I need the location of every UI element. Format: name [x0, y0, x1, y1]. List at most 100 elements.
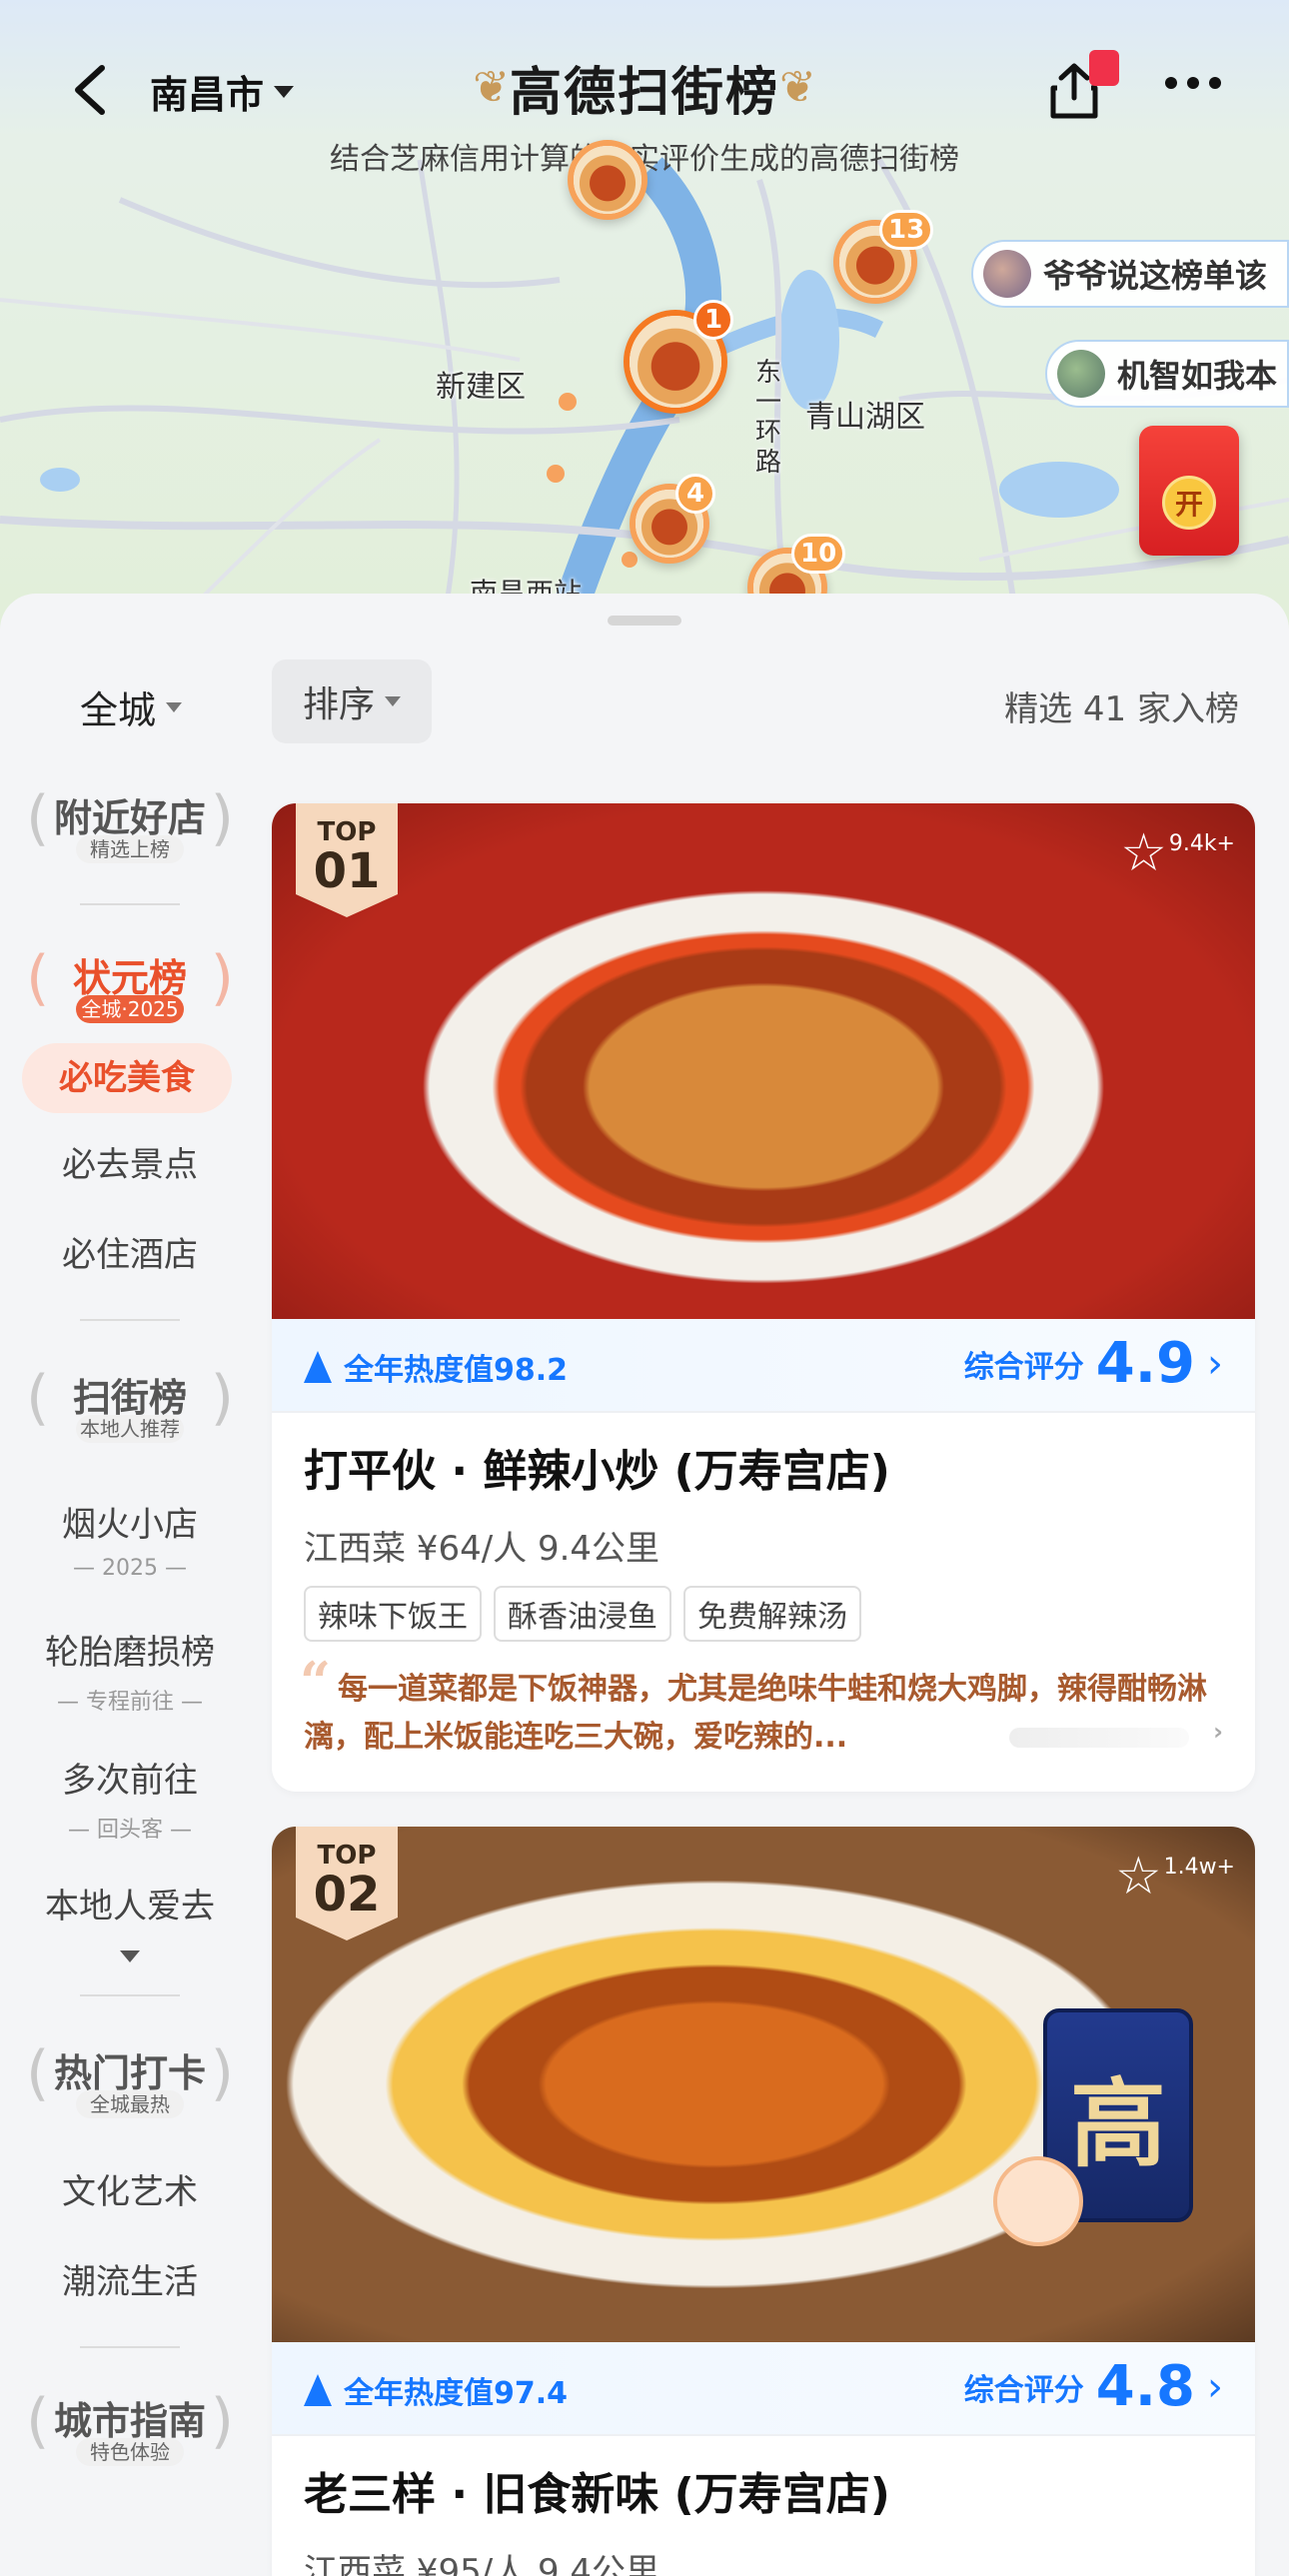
sort-filter-label: 排序 [302, 684, 375, 725]
overall-score[interactable]: 综合评分 4.9 › [964, 1331, 1223, 1396]
sort-filter[interactable]: 排序 [272, 659, 432, 743]
sidebar-item-sub: — 回头客 — [68, 1818, 192, 1843]
result-count: 精选 41 家入榜 [1004, 689, 1239, 729]
sidebar-badge-street[interactable]: ( ) 扫街榜 本地人推荐 [26, 1353, 234, 1463]
heat-value: 全年热度值98.2 [304, 1345, 568, 1389]
map-pin[interactable] [568, 140, 647, 220]
sidebar-badge-top[interactable]: ( ) 状元榜 全城·2025 [26, 933, 234, 1043]
heat-text: 全年热度值98.2 [344, 1353, 569, 1388]
restaurant-meta: 江西菜 ¥95/人 9.4公里 [304, 2552, 660, 2576]
navigation-arrow-icon [304, 1351, 332, 1383]
overall-score[interactable]: 综合评分 4.8 › [964, 2354, 1223, 2419]
divider [80, 903, 180, 905]
restaurant-card[interactable]: TOP 01 ☆ 9.4k+ 全年热度值98.2 综合评分 4.9 › 打平伙 … [272, 803, 1255, 1792]
rank-badge: TOP 02 [296, 1827, 398, 1940]
restaurant-meta: 江西菜 ¥64/人 9.4公里 [304, 1529, 660, 1569]
badge-subtitle: 特色体验 [76, 2438, 184, 2466]
avatar [983, 250, 1031, 298]
divider [80, 1319, 180, 1321]
city-selector[interactable]: 南昌市 [150, 64, 295, 119]
sidebar-badge-guide[interactable]: ( ) 城市指南 特色体验 [26, 2376, 234, 2486]
divider [80, 2346, 180, 2348]
sidebar-item-must-visit[interactable]: 必去景点 [0, 1137, 260, 1186]
star-icon: ☆ [1120, 823, 1167, 883]
rank-badge: TOP 01 [296, 803, 398, 917]
navigation-arrow-icon [304, 2374, 332, 2406]
map-comment-bubble[interactable]: 爷爷说这榜单该 [971, 240, 1289, 308]
favorite-button[interactable]: ☆ 9.4k+ [1120, 827, 1235, 879]
sidebar-item-street[interactable]: 烟火小店 — 2025 — [0, 1497, 260, 1581]
sidebar-item-must-eat[interactable]: 必吃美食 [22, 1043, 232, 1113]
badge-subtitle: 本地人推荐 [76, 1415, 184, 1443]
restaurant-card[interactable]: TOP 02 ☆ 1.4w+ 高 全年热度值97.4 综合评分 4.8 › 老三… [272, 1827, 1255, 2576]
heat-score-row[interactable]: 全年热度值98.2 综合评分 4.9 › [272, 1319, 1255, 1413]
page-title: 高德扫街榜 [509, 61, 779, 123]
score-value: 4.9 [1095, 1331, 1195, 1396]
badge-subtitle: 全城最热 [76, 2090, 184, 2118]
tag: 免费解辣汤 [683, 1586, 861, 1642]
pin-rank-badge: 10 [791, 534, 846, 574]
card-body: 老三样 · 旧食新味 (万寿宫店) 江西菜 ¥95/人 9.4公里 [272, 2436, 1255, 2576]
expand-more-icon[interactable] [120, 1950, 140, 1962]
restaurant-name[interactable]: 打平伙 · 鲜辣小炒 (万寿宫店) [304, 1435, 1223, 1499]
review-snippet[interactable]: “ 每一道菜都是下饭神器，尤其是绝味牛蛙和烧大鸡脚，辣得酣畅淋漓，配上米饭能连吃… [300, 1655, 1223, 1762]
tag: 酥香油浸鱼 [494, 1586, 671, 1642]
caret-down-icon [274, 85, 295, 98]
sidebar-item-hot[interactable]: 文化艺术 [0, 2164, 260, 2213]
back-icon[interactable] [62, 60, 122, 120]
sidebar-badge-nearby[interactable]: ( ) 附近好店 精选上榜 [26, 773, 234, 883]
card-body: 打平伙 · 鲜辣小炒 (万寿宫店) 江西菜 ¥64/人 9.4公里 辣味下饭王 … [272, 1413, 1255, 1792]
map-comment-bubble[interactable]: 机智如我本 [1045, 340, 1289, 408]
caret-down-icon [166, 701, 183, 712]
restaurant-name[interactable]: 老三样 · 旧食新味 (万寿宫店) [304, 2458, 1223, 2522]
top-bar: 南昌市 ❦ 高德扫街榜 ❦ [0, 40, 1289, 140]
sidebar-item-hot[interactable]: 潮流生活 [0, 2254, 260, 2303]
restaurant-photo[interactable]: TOP 01 ☆ 9.4k+ [272, 803, 1255, 1319]
chevron-right-icon: › [1207, 2363, 1223, 2410]
district-label: 青山湖区 [805, 400, 925, 435]
tag-list: 辣味下饭王 酥香油浸鱼 免费解辣汤 [304, 1586, 1223, 1642]
tag: 辣味下饭王 [304, 1586, 482, 1642]
map-view[interactable]: 南昌市 ❦ 高德扫街榜 ❦ 结合芝麻信用计算的真实评价生成的高德扫街榜 新建区 … [0, 0, 1289, 640]
sidebar-item-street[interactable]: 本地人爱去 [0, 1879, 260, 1928]
restaurant-photo[interactable]: TOP 02 ☆ 1.4w+ 高 [272, 1827, 1255, 2342]
red-packet-label: 开 [1162, 476, 1216, 530]
red-packet-button[interactable]: 开 [1139, 426, 1239, 556]
badge-subtitle: 精选上榜 [76, 835, 184, 863]
sidebar-item-sub: — 2025 — [73, 1556, 187, 1581]
heat-text: 全年热度值97.4 [344, 2376, 569, 2411]
star-icon: ☆ [1114, 1847, 1162, 1907]
pin-rank-badge: 1 [693, 300, 733, 340]
comment-text: 机智如我本 [1117, 357, 1278, 395]
badge-subtitle: 全城·2025 [76, 995, 184, 1023]
caret-down-icon [385, 696, 401, 706]
sidebar-item-must-stay[interactable]: 必住酒店 [0, 1227, 260, 1276]
laurel-right-icon: ❦ [779, 61, 816, 113]
drag-handle[interactable] [608, 616, 681, 626]
quote-icon: “ [300, 1650, 332, 1714]
divider [80, 1994, 180, 1996]
sidebar-item-label: 本地人爱去 [45, 1887, 215, 1927]
score-label: 综合评分 [963, 2372, 1084, 2408]
sidebar-item-street[interactable]: 轮胎磨损榜 — 专程前往 — [0, 1625, 260, 1716]
sidebar-item-street[interactable]: 多次前往 — 回头客 — [0, 1753, 260, 1844]
sidebar-item-sub: — 专程前往 — [57, 1690, 203, 1715]
sidebar-badge-hot[interactable]: ( ) 热门打卡 全城最热 [26, 2028, 234, 2138]
badge-title: 扫街榜 [72, 1376, 187, 1420]
rank-number: 01 [313, 843, 381, 899]
rank-number: 02 [313, 1867, 381, 1923]
score-value: 4.8 [1095, 2354, 1195, 2419]
pin-rank-badge: 13 [879, 210, 934, 250]
favorite-count: 1.4w+ [1163, 1855, 1235, 1880]
favorite-button[interactable]: ☆ 1.4w+ [1115, 1851, 1235, 1903]
pin-rank-badge: 4 [675, 474, 715, 514]
heat-score-row[interactable]: 全年热度值97.4 综合评分 4.8 › [272, 2342, 1255, 2436]
area-filter-label: 全城 [80, 688, 157, 732]
area-filter[interactable]: 全城 [80, 679, 183, 734]
brand-title: ❦ 高德扫街榜 ❦ [455, 52, 834, 123]
badge-title: 状元榜 [72, 956, 187, 1000]
chevron-right-icon: › [1213, 1718, 1223, 1746]
reviewer-avatars [1009, 1728, 1189, 1748]
chevron-right-icon: › [1207, 1340, 1223, 1387]
more-options-icon[interactable] [1165, 68, 1225, 98]
